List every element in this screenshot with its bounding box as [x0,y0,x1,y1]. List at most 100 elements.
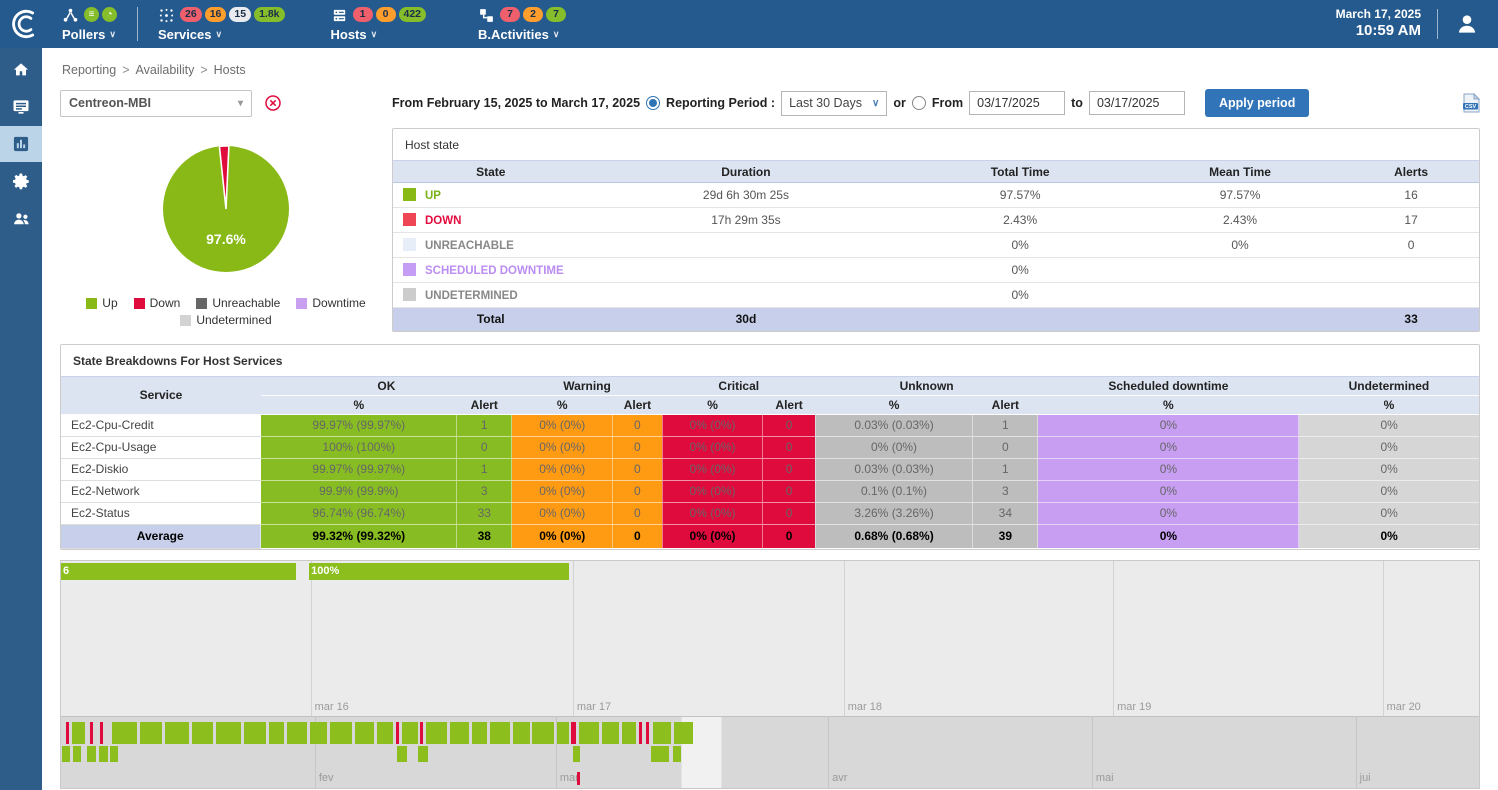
host-state-header-row: State Duration Total Time Mean Time Aler… [393,161,1479,183]
sidebar-item-monitoring[interactable] [0,89,42,125]
subcol-ok-alert: Alert [457,395,512,414]
breadcrumb-availability[interactable]: Availability [136,63,195,77]
timeline-navigator[interactable]: fevmaravrmaijui [61,716,1479,788]
timeline-segment [377,722,393,744]
ok-pct-cell: 99.32% (99.32%) [261,524,457,548]
warning-alert-cell: 0 [613,480,663,502]
col-warning: Warning [512,376,662,395]
host-state-card: Host state State Duration Total Time Mea… [392,128,1480,332]
critical-alert-cell: 0 [763,480,815,502]
critical-alert-cell: 0 [763,414,815,436]
custom-period-radio[interactable] [912,96,926,110]
timeline-segment [490,722,510,744]
user-menu[interactable] [1454,11,1480,37]
mean-time-cell [1137,258,1343,283]
service-name-cell: Ec2-Status [61,502,261,524]
reporting-period-radio[interactable] [646,96,660,110]
ok-alert-cell: 38 [457,524,512,548]
timeline-segment [310,722,327,744]
sidebar-item-administration[interactable] [0,200,42,236]
pollers-badge[interactable]: ◔ [102,7,117,22]
legend-label: Undetermined [196,313,271,327]
timeline-segment [653,722,671,744]
legend-label: Downtime [312,296,365,310]
centreon-logo[interactable] [0,7,50,41]
timeline-segment [110,746,118,762]
warning-pct-cell: 0% (0%) [512,524,613,548]
timeline-segment [269,722,285,744]
navigator-month-label: mai [1092,772,1114,784]
timeline-segment [66,722,69,744]
timeline-segment [112,722,137,744]
navigator-month-label: mar [556,772,579,784]
legend-color-square [86,298,97,309]
breadcrumb-reporting[interactable]: Reporting [62,63,116,77]
timeline-segment [90,722,93,744]
from-date-input[interactable] [969,91,1065,115]
timeline-segment [674,722,693,744]
timeline-segment [355,722,373,744]
downtime-pct-cell: 0% [1038,524,1299,548]
timeline-segment [244,722,266,744]
clear-selection-button[interactable] [264,94,282,112]
apply-period-button[interactable]: Apply period [1205,89,1309,117]
home-icon [11,60,31,80]
timeline-segment [165,722,190,744]
legend-item-downtime: Downtime [296,296,365,310]
timeline-axis-label: mar 20 [1383,701,1421,713]
nav-pollers[interactable]: ≡◔ Pollers∨ [62,7,117,42]
bactivities-badge[interactable]: 7 [500,7,520,22]
services-badge[interactable]: 1.8k [254,7,284,22]
hosts-badge[interactable]: 0 [376,7,396,22]
to-date-input[interactable] [1089,91,1185,115]
sidebar-item-reporting[interactable] [0,126,42,162]
nav-bactivities[interactable]: 727 B.Activities∨ [478,7,566,42]
export-csv-button[interactable]: CSV [1463,93,1480,113]
undetermined-pct-cell: 0% [1299,458,1479,480]
subcol-undetermined-pct: % [1299,395,1479,414]
services-badge[interactable]: 15 [229,7,251,22]
host-select[interactable]: Centreon-MBI ▾ [60,90,252,117]
state-cell: SCHEDULED DOWNTIME [393,258,588,283]
hosts-badge[interactable]: 1 [353,7,373,22]
unknown-alert-cell: 3 [973,480,1038,502]
critical-pct-cell: 0% (0%) [662,480,763,502]
critical-pct-cell: 0% (0%) [662,524,763,548]
breadcrumb: Reporting>Availability>Hosts [60,48,1480,88]
bactivities-badge[interactable]: 7 [546,7,566,22]
total-mean-time [1137,308,1343,331]
critical-alert-cell: 0 [763,524,815,548]
col-critical: Critical [662,376,815,395]
services-badge[interactable]: 26 [180,7,202,22]
navigator-month-label: avr [828,772,847,784]
period-summary: From February 15, 2025 to March 17, 2025 [392,96,640,110]
col-mean-time: Mean Time [1137,161,1343,183]
breadcrumb-hosts[interactable]: Hosts [214,63,246,77]
subcol-warning-alert: Alert [613,395,663,414]
undetermined-pct-cell: 0% [1299,480,1479,502]
hosts-badge[interactable]: 422 [399,7,427,22]
nav-services[interactable]: 2616151.8k Services∨ [158,7,285,42]
timeline-gridline [844,561,845,716]
bactivities-badge[interactable]: 2 [523,7,543,22]
pie-legend-row: Undetermined [180,313,271,327]
chevron-down-icon: ∨ [109,29,116,40]
host-state-row: SCHEDULED DOWNTIME0% [393,258,1479,283]
total-total-time [903,308,1136,331]
state-color-square [403,188,416,201]
pollers-badge[interactable]: ≡ [84,7,99,22]
timeline-segment [396,722,399,744]
legend-label: Down [150,296,181,310]
period-select[interactable]: Last 30 Days ∨ [781,91,887,116]
sidebar-item-home[interactable] [0,52,42,88]
warning-pct-cell: 0% (0%) [512,502,613,524]
gear-icon [11,171,32,192]
host-state-title: Host state [393,129,1479,160]
legend-color-square [196,298,207,309]
sidebar-item-configuration[interactable] [0,163,42,199]
timeline-segment [513,722,530,744]
services-badge[interactable]: 16 [205,7,227,22]
nav-hosts[interactable]: 10422 Hosts∨ [331,7,427,42]
state-color-square [403,238,416,251]
clear-icon [264,94,282,112]
